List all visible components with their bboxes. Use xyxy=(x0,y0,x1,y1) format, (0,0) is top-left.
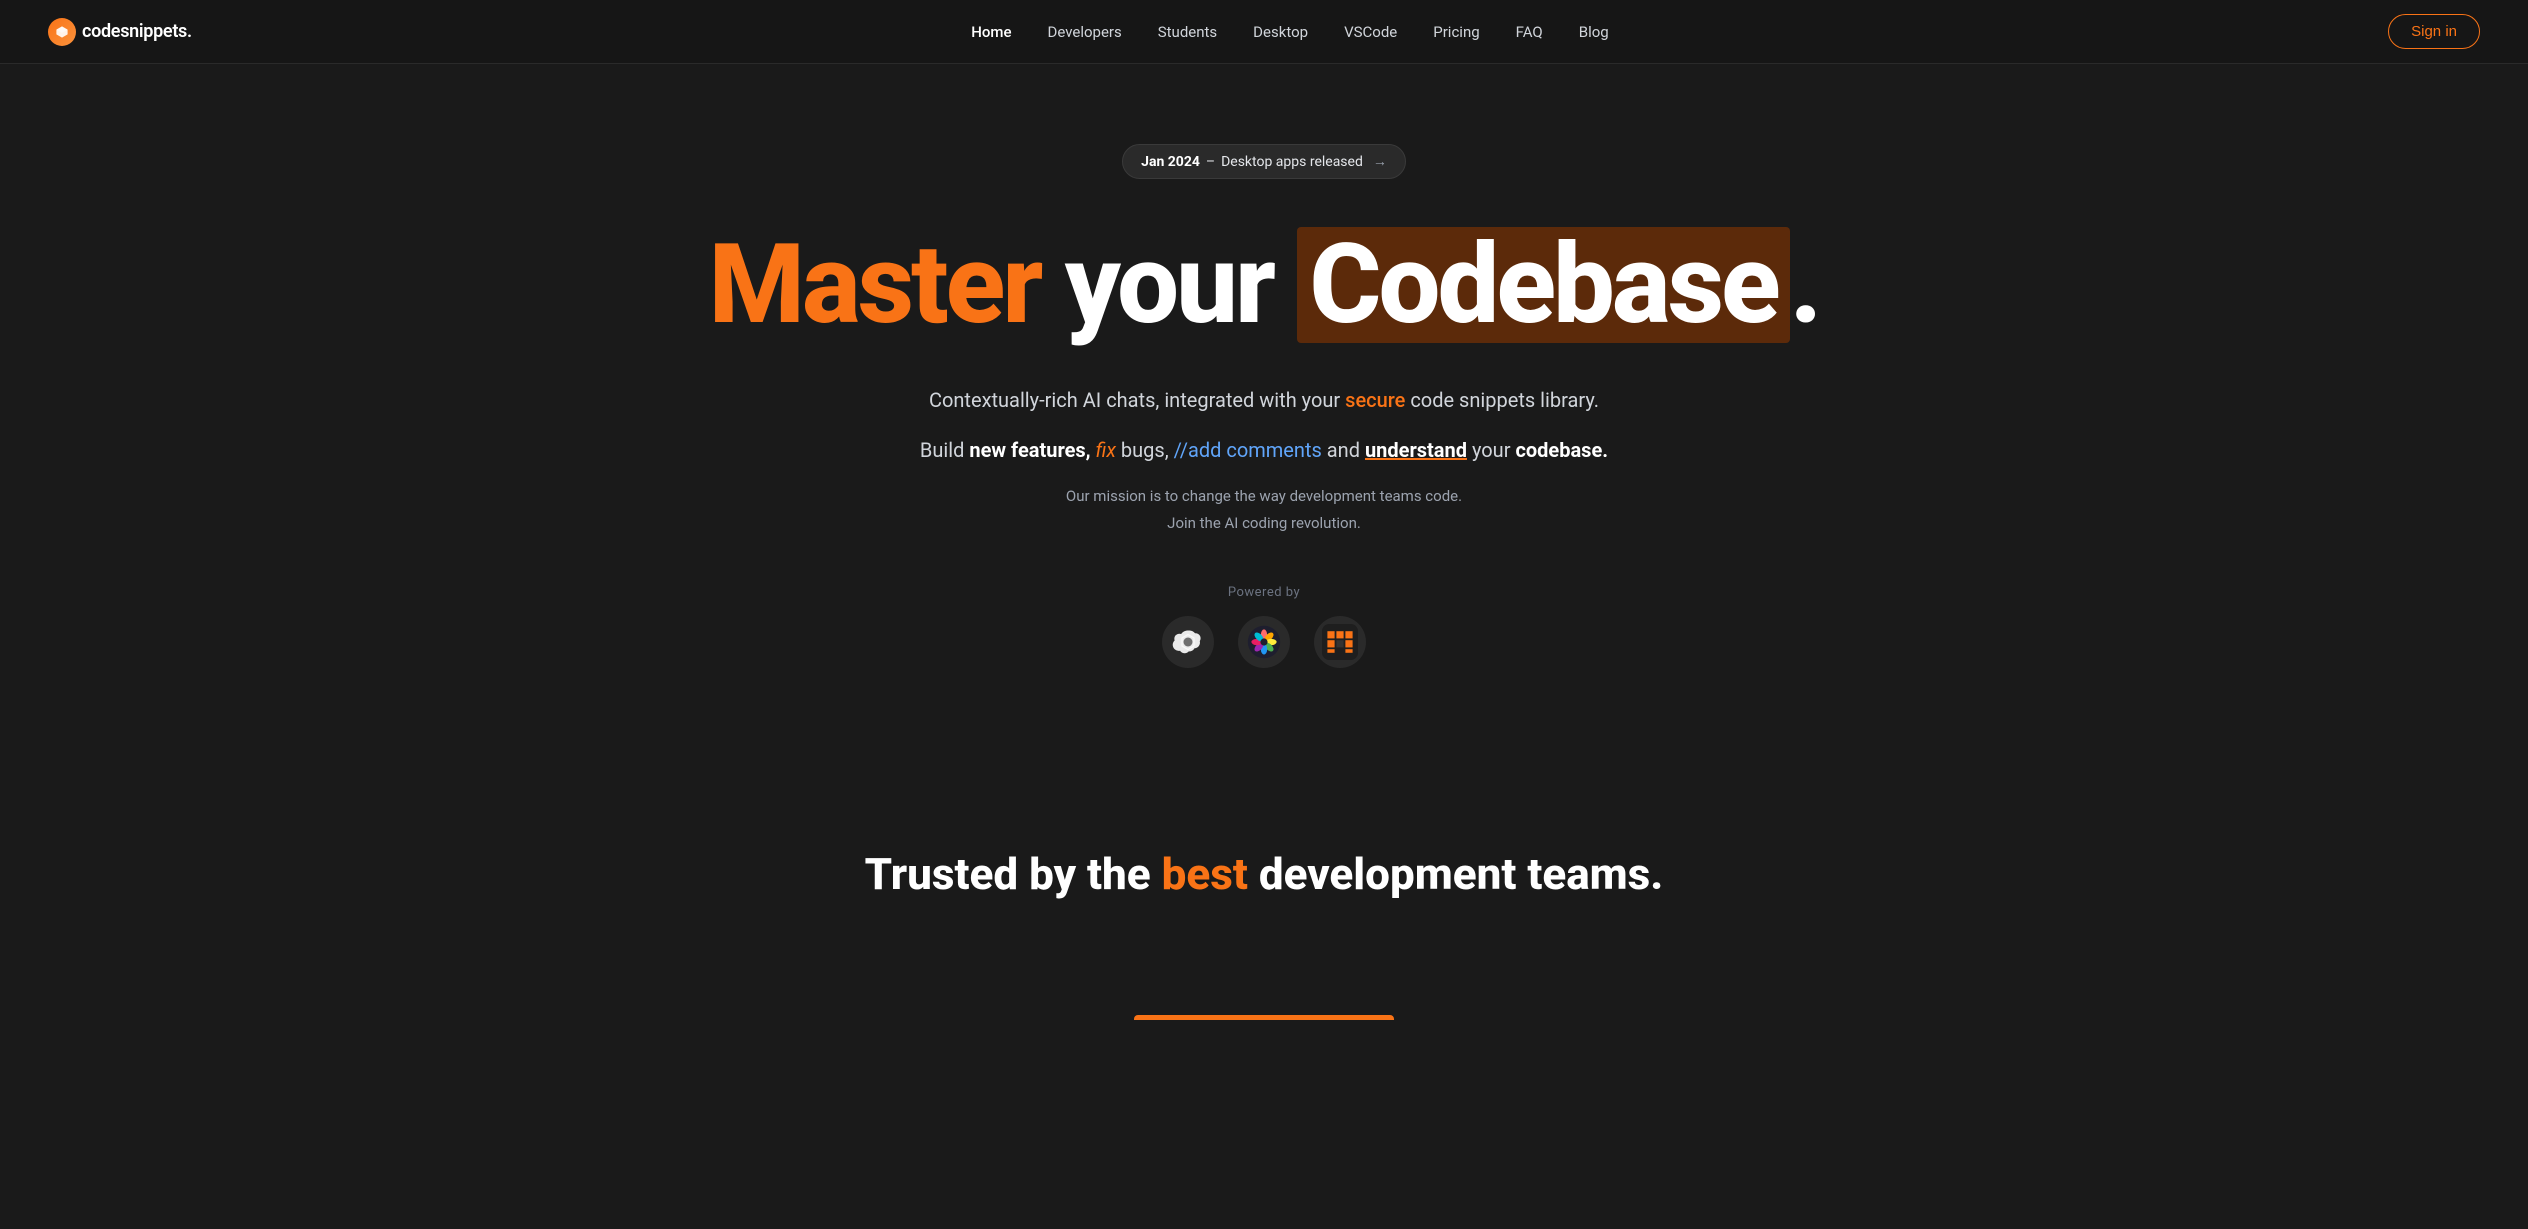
subtitle-understand: understand xyxy=(1365,438,1467,462)
trusted-title: Trusted by the best development teams. xyxy=(48,848,2480,900)
subtitle-line1-pre: Contextually-rich AI chats, integrated w… xyxy=(929,388,1340,412)
orange-underline xyxy=(1134,1015,1394,1020)
announcement-badge[interactable]: Jan 2024 – Desktop apps released → xyxy=(1122,144,1406,179)
powered-by-label: Powered by xyxy=(1228,585,1300,600)
subtitle-new-features: new features, xyxy=(969,438,1090,462)
brand-name: codesnippets. xyxy=(82,21,192,42)
brand-logo[interactable]: codesnippets. xyxy=(48,18,192,46)
badge-text: Desktop apps released xyxy=(1221,154,1363,170)
openai-logo xyxy=(1162,616,1214,668)
perplexity-logo xyxy=(1238,616,1290,668)
nav-pricing[interactable]: Pricing xyxy=(1433,23,1479,41)
mission-line2: Join the AI coding revolution. xyxy=(1167,514,1361,532)
nav-blog[interactable]: Blog xyxy=(1579,23,1609,41)
title-master: Master xyxy=(709,220,1041,349)
mission-line1: Our mission is to change the way develop… xyxy=(1066,487,1462,505)
powered-by-logos xyxy=(1162,616,1366,668)
subtitle-codebase: codebase. xyxy=(1515,438,1608,462)
badge-arrow: → xyxy=(1373,153,1387,170)
subtitle-bugs: bugs, xyxy=(1121,438,1169,462)
trusted-best: best xyxy=(1162,848,1248,900)
nav-desktop[interactable]: Desktop xyxy=(1253,23,1308,41)
powered-by-section: Powered by xyxy=(1162,585,1366,668)
nav-developers[interactable]: Developers xyxy=(1048,23,1122,41)
nav-vscode[interactable]: VSCode xyxy=(1344,23,1397,41)
hero-mission: Our mission is to change the way develop… xyxy=(1066,483,1462,537)
hero-section: Jan 2024 – Desktop apps released → Maste… xyxy=(0,64,2528,808)
hero-subtitle-line1: Contextually-rich AI chats, integrated w… xyxy=(929,383,1599,417)
subtitle-and: and xyxy=(1327,438,1360,462)
subtitle-line1-highlight: secure xyxy=(1345,388,1405,412)
logo-icon xyxy=(48,18,76,46)
hero-title: Master your Codebase . xyxy=(709,227,1820,343)
subtitle-line1-post: code snippets library. xyxy=(1410,388,1599,412)
title-codebase: Codebase xyxy=(1309,220,1777,349)
trusted-pre: Trusted by the xyxy=(865,848,1151,900)
subtitle-comment: //add comments xyxy=(1174,438,1322,462)
hero-subtitle-line2: Build new features, fix bugs, //add comm… xyxy=(920,433,1608,467)
badge-date: Jan 2024 xyxy=(1141,154,1200,170)
sign-in-button[interactable]: Sign in xyxy=(2388,14,2480,49)
trusted-post-text: development teams. xyxy=(1259,848,1663,900)
badge-separator: – xyxy=(1206,154,1215,170)
mistral-logo xyxy=(1314,616,1366,668)
nav-faq[interactable]: FAQ xyxy=(1516,23,1543,41)
subtitle-fix: fix xyxy=(1096,438,1116,462)
title-your-word: your xyxy=(1065,220,1273,349)
trusted-section: Trusted by the best development teams. xyxy=(0,808,2528,1040)
title-codebase-bg: Codebase xyxy=(1297,227,1789,343)
title-period: . xyxy=(1790,220,1820,349)
navbar: codesnippets. Home Developers Students D… xyxy=(0,0,2528,64)
subtitle-your: your xyxy=(1472,438,1511,462)
nav-students[interactable]: Students xyxy=(1158,23,1217,41)
subtitle-build: Build xyxy=(920,438,965,462)
nav-links: Home Developers Students Desktop VSCode … xyxy=(971,22,1609,41)
nav-home[interactable]: Home xyxy=(971,23,1011,41)
